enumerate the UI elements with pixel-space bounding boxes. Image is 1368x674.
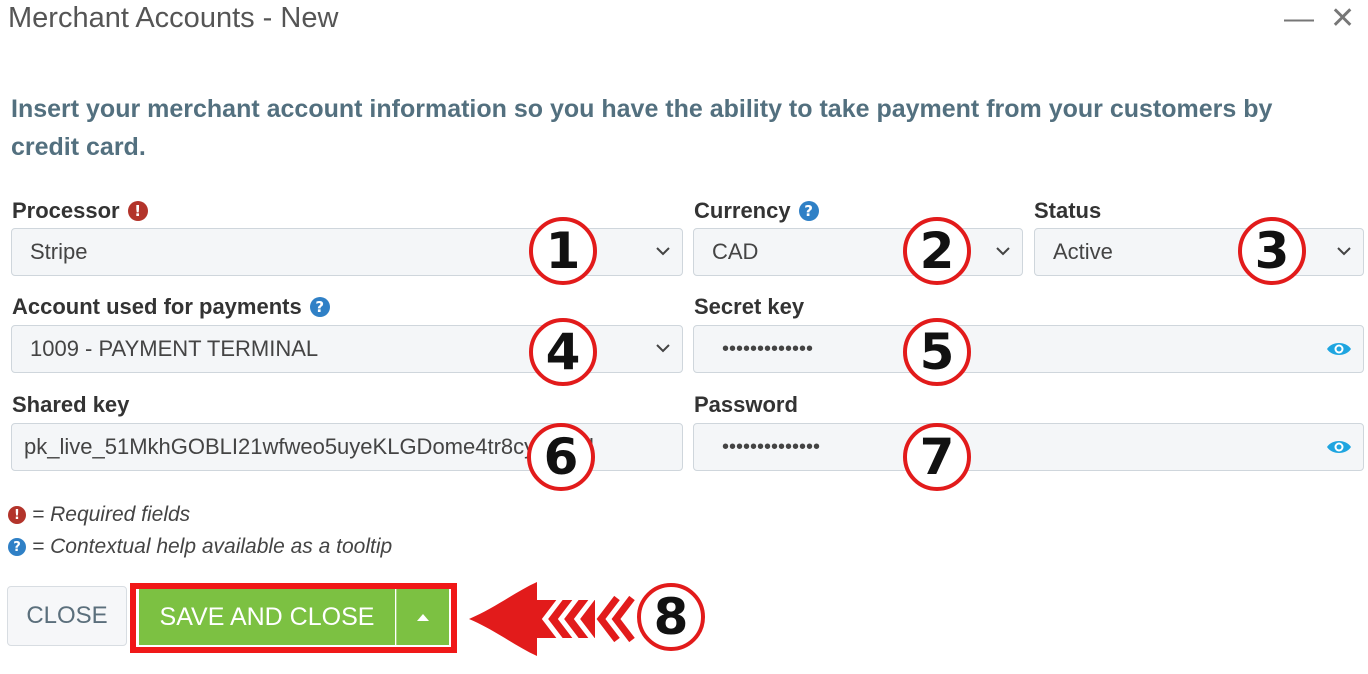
help-icon[interactable]: ? — [309, 297, 330, 317]
eye-icon[interactable] — [1325, 338, 1353, 360]
close-button[interactable]: CLOSE — [7, 586, 127, 646]
account-value: 1009 - PAYMENT TERMINAL — [30, 336, 319, 361]
save-and-close-button[interactable]: SAVE AND CLOSE — [139, 589, 395, 645]
status-label: Status — [1034, 198, 1101, 224]
legend-help-text: = Contextual help available as a tooltip — [32, 535, 393, 558]
currency-label-text: Currency — [694, 198, 791, 223]
callout-7: 7 — [903, 423, 971, 491]
secret-key-label-text: Secret key — [694, 294, 805, 319]
processor-label-text: Processor — [12, 198, 120, 223]
callout-5: 5 — [903, 318, 971, 386]
legend-help: ? = Contextual help available as a toolt… — [8, 535, 392, 559]
secret-key-input[interactable]: ••••••••••••• — [693, 325, 1364, 373]
callout-1: 1 — [529, 217, 597, 285]
callout-6: 6 — [527, 423, 595, 491]
password-value: •••••••••••••• — [722, 435, 821, 458]
status-label-text: Status — [1034, 198, 1102, 223]
callout-8: 8 — [637, 583, 705, 651]
callout-2: 2 — [903, 217, 971, 285]
currency-select[interactable]: CAD — [693, 228, 1023, 276]
shared-key-label: Shared key — [12, 392, 129, 418]
account-label: Account used for payments ? — [12, 294, 330, 320]
legend-required: ! = Required fields — [8, 503, 190, 527]
help-icon[interactable]: ? — [798, 201, 819, 221]
account-label-text: Account used for payments — [12, 294, 302, 319]
minimize-icon[interactable]: — — [1284, 4, 1314, 34]
currency-value: CAD — [712, 239, 759, 264]
required-icon: ! — [127, 201, 148, 221]
shared-key-value: pk_live_51MkhGOBLI21wfweo5uyeKLGDome4tr8… — [24, 434, 594, 459]
callout-3: 3 — [1238, 217, 1306, 285]
secret-key-label: Secret key — [694, 294, 804, 320]
close-icon[interactable]: ✕ — [1330, 4, 1355, 34]
callout-4: 4 — [529, 318, 597, 386]
shared-key-label-text: Shared key — [12, 392, 130, 417]
chevron-down-icon — [656, 247, 670, 256]
save-options-button[interactable] — [396, 589, 449, 645]
status-value: Active — [1053, 239, 1113, 264]
window-title: Merchant Accounts - New — [8, 2, 339, 34]
processor-label: Processor ! — [12, 198, 148, 224]
password-label-text: Password — [694, 392, 798, 417]
help-icon: ? — [8, 538, 26, 556]
required-icon: ! — [8, 506, 26, 524]
status-select[interactable]: Active — [1034, 228, 1364, 276]
chevron-down-icon — [1337, 247, 1351, 256]
password-input[interactable]: •••••••••••••• — [693, 423, 1364, 471]
eye-icon[interactable] — [1325, 436, 1353, 458]
password-label: Password — [694, 392, 798, 418]
chevron-down-icon — [656, 344, 670, 353]
arrow-left-icon — [469, 582, 635, 656]
legend-required-text: = Required fields — [32, 503, 191, 526]
secret-key-value: ••••••••••••• — [722, 337, 814, 360]
chevron-down-icon — [996, 247, 1010, 256]
caret-up-icon — [417, 614, 429, 621]
processor-value: Stripe — [30, 239, 88, 264]
intro-text: Insert your merchant account information… — [11, 95, 1273, 161]
currency-label: Currency ? — [694, 198, 819, 224]
